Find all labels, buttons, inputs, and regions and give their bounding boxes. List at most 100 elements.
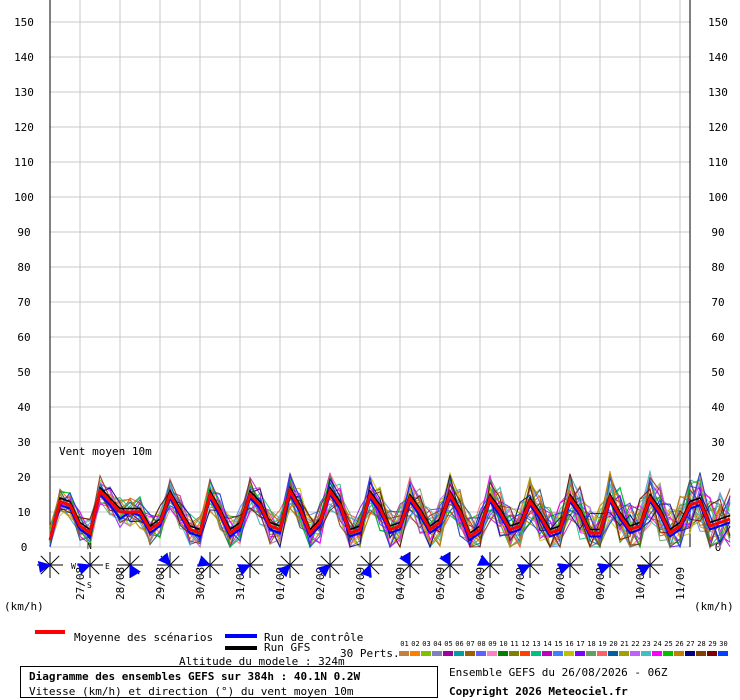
- gfs-legend-label: Run GFS: [264, 641, 311, 654]
- pert-number: 16: [565, 640, 574, 648]
- y-tick-label-left: 30: [17, 436, 30, 449]
- y-tick-label-right: 100: [708, 191, 728, 204]
- info-box: Diagramme des ensembles GEFS sur 384h : …: [20, 666, 438, 698]
- wind-rose: [317, 552, 343, 578]
- pert-swatch: [498, 651, 508, 656]
- pert-number: 05: [444, 640, 453, 648]
- pert-number: 17: [576, 640, 585, 648]
- compass-s-label: S: [87, 581, 92, 590]
- pert-swatch: [553, 651, 563, 656]
- y-tick-label-left: 20: [17, 471, 30, 484]
- wind-sector: [197, 555, 212, 567]
- wind-sector: [439, 552, 451, 566]
- rose-spoke: [249, 555, 260, 566]
- pert-number: 01: [400, 640, 409, 648]
- pert-swatch: [718, 651, 728, 656]
- x-date-label: 11/09: [674, 567, 687, 600]
- y-tick-label-right: 130: [708, 86, 728, 99]
- y-tick-label-left: 40: [17, 401, 30, 414]
- pert-swatch: [476, 651, 486, 656]
- rose-spoke: [49, 555, 60, 566]
- rose-spoke: [449, 564, 460, 575]
- pert-number: 28: [697, 640, 706, 648]
- rose-spoke: [529, 564, 540, 575]
- rose-spoke: [289, 564, 300, 575]
- rose-spoke: [569, 555, 580, 566]
- pert-swatch: [608, 651, 618, 656]
- wind-rose: [397, 552, 423, 578]
- pert-swatch: [410, 651, 420, 656]
- pert-number: 11: [510, 640, 519, 648]
- y-tick-label-left: 110: [14, 156, 34, 169]
- rose-spoke: [289, 555, 300, 566]
- pert-number: 15: [554, 640, 563, 648]
- wind-sector: [129, 564, 141, 578]
- perts-label: 30 Perts.: [340, 647, 400, 660]
- y-tick-label-right: 120: [708, 121, 728, 134]
- y-tick-label-right: 110: [708, 156, 728, 169]
- y-tick-label-right: 30: [711, 436, 724, 449]
- wind-rose: [197, 552, 223, 578]
- y-tick-label-right: 40: [711, 401, 724, 414]
- pert-number: 29: [708, 640, 717, 648]
- rose-spoke: [569, 564, 580, 575]
- y-tick-label-left: 70: [17, 296, 30, 309]
- y-tick-label-left: 50: [17, 366, 30, 379]
- x-date-label: 29/08: [154, 567, 167, 600]
- pert-number: 21: [620, 640, 629, 648]
- pert-swatch: [531, 651, 541, 656]
- wind-rose: [597, 552, 623, 578]
- y-tick-label-right: 20: [711, 471, 724, 484]
- y-tick-label-right: 150: [708, 16, 728, 29]
- y-tick-label-right: 140: [708, 51, 728, 64]
- pert-swatch: [575, 651, 585, 656]
- pert-swatch: [487, 651, 497, 656]
- x-date-label: 06/09: [474, 567, 487, 600]
- wind-rose: [557, 552, 583, 578]
- pert-swatch: [597, 651, 607, 656]
- x-date-label: 30/08: [194, 567, 207, 600]
- y-tick-label-left: 0: [21, 541, 28, 554]
- rose-spoke: [49, 564, 60, 575]
- x-date-label: 04/09: [394, 567, 407, 600]
- y-tick-label-right: 50: [711, 366, 724, 379]
- rose-spoke: [360, 555, 371, 566]
- wind-rose: [277, 552, 303, 578]
- wind-sector: [158, 552, 171, 566]
- rose-spoke: [489, 555, 500, 566]
- compass-w-label: W: [71, 562, 76, 571]
- pert-swatch: [465, 651, 475, 656]
- rose-spoke: [89, 555, 100, 566]
- compass-e-label: E: [105, 562, 110, 571]
- pert-swatch: [432, 651, 442, 656]
- y-tick-label-left: 100: [14, 191, 34, 204]
- y-tick-label-right: 80: [711, 261, 724, 274]
- x-date-label: 05/09: [434, 567, 447, 600]
- pert-swatch: [542, 651, 552, 656]
- mean-legend-label: Moyenne des scénarios: [74, 631, 214, 644]
- rose-spoke: [449, 555, 460, 566]
- pert-number: 30: [719, 640, 728, 648]
- pert-swatch: [652, 651, 662, 656]
- rose-spoke: [560, 555, 571, 566]
- rose-spoke: [409, 564, 420, 575]
- rose-spoke: [240, 555, 251, 566]
- rose-spoke: [520, 555, 531, 566]
- pert-number: 19: [598, 640, 607, 648]
- pert-swatch: [685, 651, 695, 656]
- pert-number: 20: [609, 640, 618, 648]
- mean-legend-line: [35, 630, 65, 634]
- rose-spoke: [329, 564, 340, 575]
- pert-number: 12: [521, 640, 530, 648]
- pert-number: 06: [455, 640, 464, 648]
- y-tick-label-left: 150: [14, 16, 34, 29]
- pert-number: 03: [422, 640, 431, 648]
- pert-number: 14: [543, 640, 552, 648]
- rose-spoke: [209, 555, 220, 566]
- rose-spoke: [320, 555, 331, 566]
- x-date-label: 28/08: [114, 567, 127, 600]
- pert-swatch: [707, 651, 717, 656]
- ensemble-info: Ensemble GEFS du 26/08/2026 - 06Z: [449, 666, 668, 679]
- y-tick-label-left: 120: [14, 121, 34, 134]
- y-tick-label-right: 70: [711, 296, 724, 309]
